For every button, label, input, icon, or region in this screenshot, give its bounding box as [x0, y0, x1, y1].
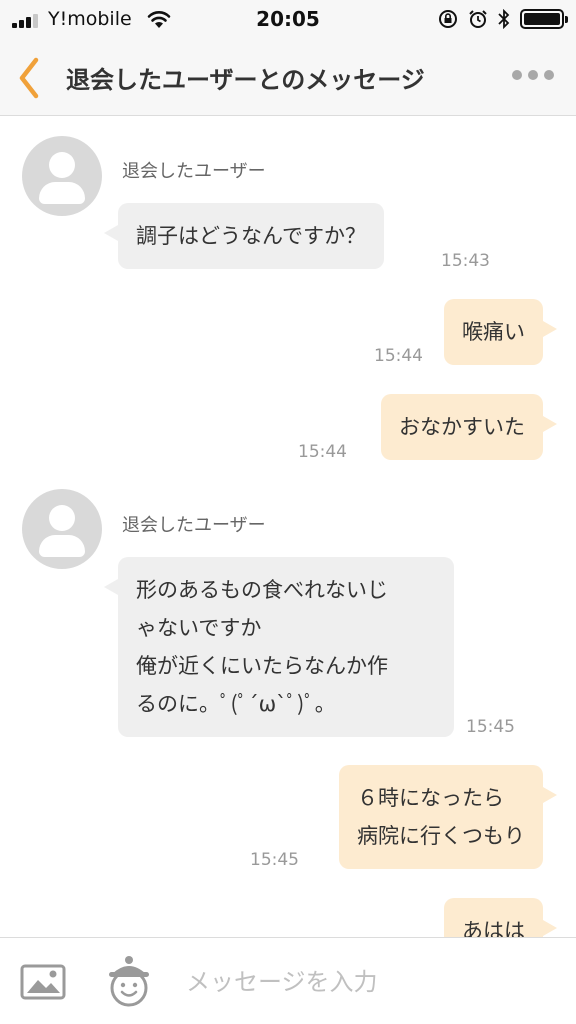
bluetooth-icon — [498, 9, 510, 29]
stamp-button[interactable] — [106, 954, 152, 1008]
message-bubble[interactable]: 形のあるもの食べれないじ ゃないですか 俺が近くにいたらなんか作 るのに。ﾟ(ﾟ… — [104, 557, 454, 737]
message-bubble[interactable]: 喉痛い — [444, 299, 557, 365]
sender-name: 退会したユーザー — [122, 515, 266, 536]
sender-name: 退会したユーザー — [122, 161, 266, 182]
stamp-icon — [109, 956, 149, 1007]
message-text: 俺が近くにいたらなんか作 — [136, 654, 388, 678]
message-time: 15:43 — [441, 251, 490, 271]
attach-image-button[interactable] — [20, 964, 66, 1000]
message-text: 喉痛い — [462, 320, 525, 344]
message-bubble[interactable]: ６時になったら 病院に行くつもり — [339, 765, 557, 869]
image-icon — [20, 964, 66, 1000]
message-input-bar — [0, 937, 576, 1024]
message-text: おなかすいた — [399, 415, 525, 439]
message-time: 15:44 — [298, 442, 347, 462]
message-text: ６時になったら — [357, 786, 504, 810]
message-input[interactable] — [186, 962, 556, 1002]
nav-bar: 退会したユーザーとのメッセージ — [0, 40, 576, 116]
message-text: 調子はどうなんですか？ — [136, 224, 366, 248]
more-button[interactable] — [512, 70, 554, 80]
message-list[interactable]: 退会したユーザー 調子はどうなんですか？ 15:43 喉痛い 15:44 おなか… — [0, 117, 576, 937]
message-time: 15:44 — [374, 346, 423, 366]
message-time: 15:45 — [466, 717, 515, 737]
message-text: 病院に行くつもり — [357, 824, 525, 848]
chevron-left-icon — [19, 57, 39, 99]
message-text: あはは — [462, 919, 525, 937]
default-avatar-icon[interactable] — [22, 489, 102, 569]
alarm-icon — [469, 10, 487, 28]
page-title: 退会したユーザーとのメッセージ — [66, 66, 425, 94]
status-bar: Y!mobile 20:05 — [0, 0, 576, 40]
battery-icon — [520, 9, 568, 29]
default-avatar-icon[interactable] — [22, 136, 102, 216]
message-text: 形のあるもの食べれないじ — [136, 578, 388, 602]
message-text: ゃないですか — [136, 616, 262, 640]
more-dots-icon — [512, 70, 522, 80]
message-text: るのに。ﾟ(ﾟ´ω`ﾟ)ﾟ。 — [136, 692, 336, 716]
message-time: 15:45 — [250, 850, 299, 870]
back-button[interactable] — [10, 54, 50, 102]
rotation-lock-icon — [439, 10, 457, 28]
message-bubble[interactable]: おなかすいた — [381, 394, 557, 460]
message-bubble[interactable]: あはは — [444, 898, 557, 937]
message-bubble[interactable]: 調子はどうなんですか？ — [104, 203, 384, 269]
